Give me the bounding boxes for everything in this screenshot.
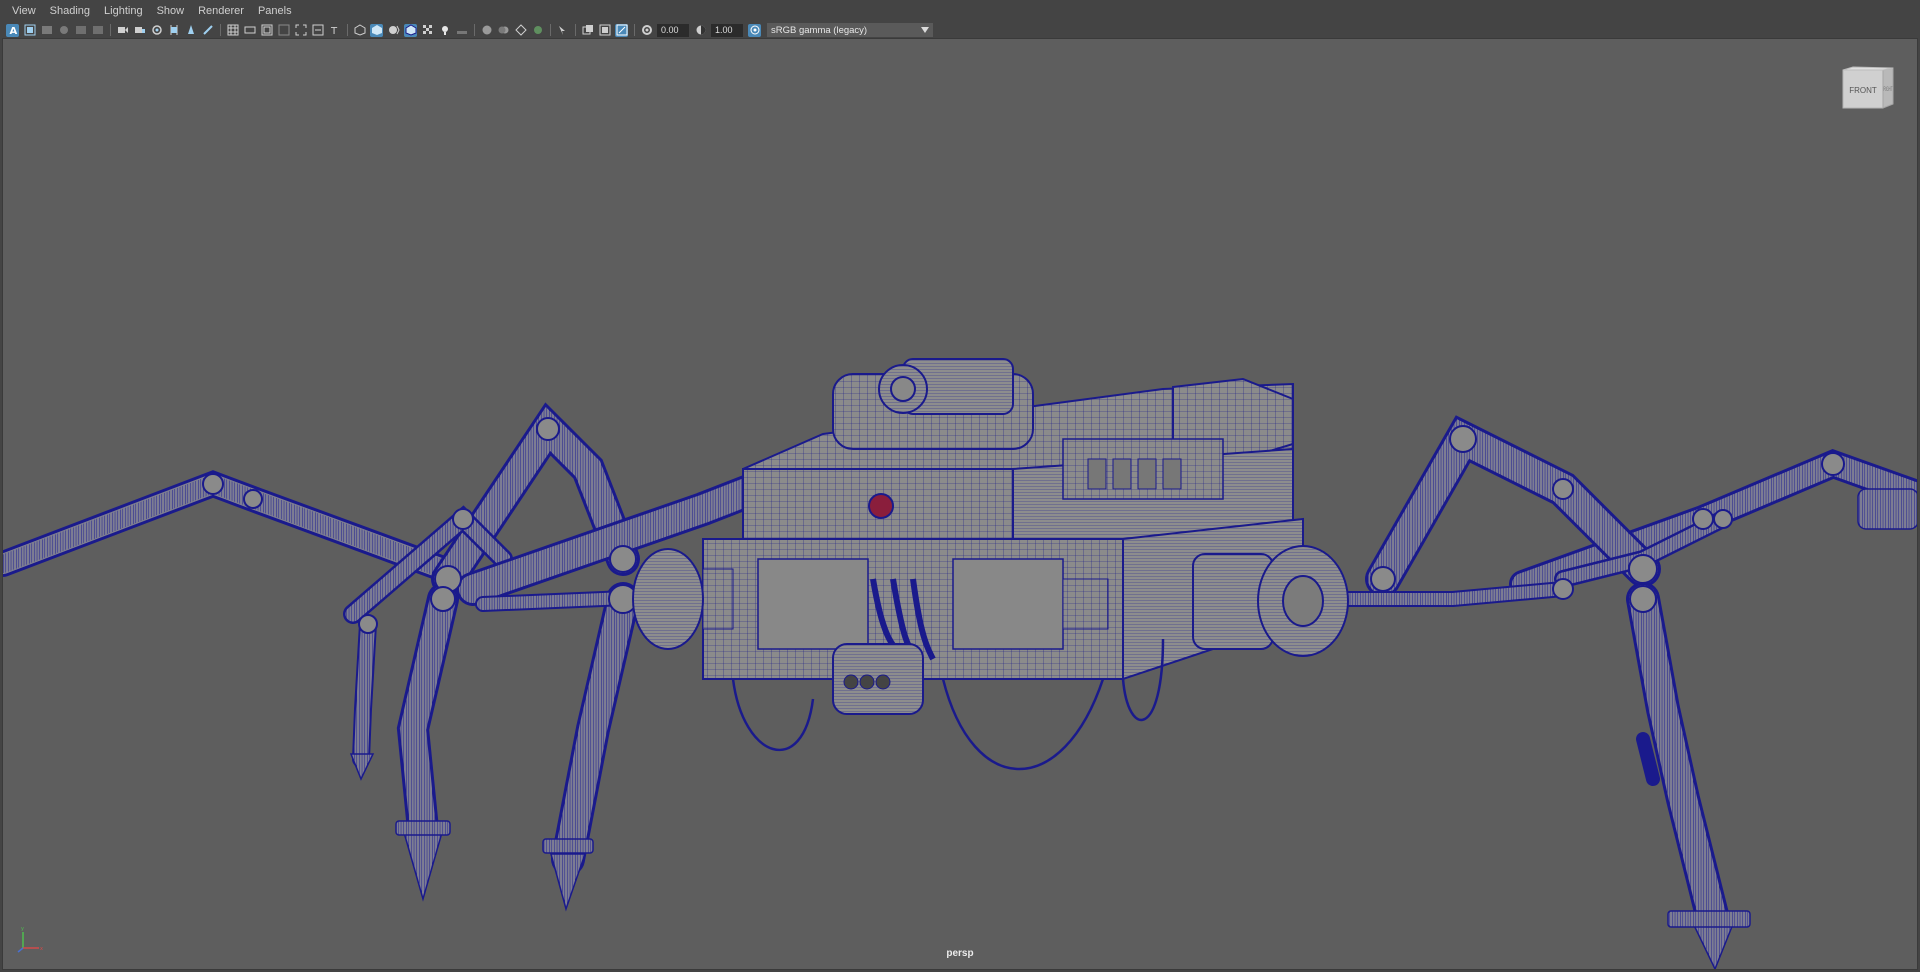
screen-space-ao-icon[interactable] (480, 24, 493, 37)
grid-icon[interactable] (226, 24, 239, 37)
film-gate-icon[interactable] (167, 24, 180, 37)
viewport-menu-bar: View Shading Lighting Show Renderer Pane… (0, 0, 1920, 22)
anti-alias-icon[interactable] (514, 24, 527, 37)
xray-joints-icon[interactable] (598, 24, 611, 37)
shadows-icon[interactable] (455, 24, 468, 37)
safe-title-icon[interactable] (277, 24, 290, 37)
snapshot-icon[interactable] (150, 24, 163, 37)
text-hud-icon[interactable]: T (328, 24, 341, 37)
exposure-field[interactable]: 0.00 (657, 23, 689, 37)
gamma-icon[interactable] (694, 24, 707, 37)
chevron-down-icon (921, 27, 929, 33)
image-plane-icon[interactable] (57, 24, 70, 37)
wireframe-on-shaded-icon[interactable] (404, 23, 417, 37)
grease-pencil-icon[interactable] (91, 24, 104, 37)
motion-blur-icon[interactable] (497, 24, 510, 37)
perspective-viewport[interactable]: FRONT RIGHT y x persp (2, 38, 1918, 970)
robot-body (632, 358, 1349, 771)
color-space-label: sRGB gamma (legacy) (771, 24, 868, 36)
menu-shading[interactable]: Shading (50, 5, 90, 17)
panel-toolbar: A T 0.00 1.00 sRGB gamma (legacy) (0, 22, 1920, 38)
resolution-gate-icon[interactable] (184, 24, 197, 37)
viewcube-right-label: RIGHT (1884, 87, 1893, 93)
menu-lighting[interactable]: Lighting (104, 5, 143, 17)
svg-text:A: A (9, 26, 17, 36)
menu-renderer[interactable]: Renderer (198, 5, 244, 17)
camera-name-label: persp (946, 948, 974, 959)
smooth-shade-icon[interactable] (370, 23, 383, 37)
view-cube[interactable]: FRONT RIGHT (1841, 66, 1897, 112)
menu-show[interactable]: Show (157, 5, 185, 17)
gate-mask-icon[interactable] (201, 24, 214, 37)
lock-camera-icon[interactable] (133, 24, 146, 37)
gamma-field[interactable]: 1.00 (711, 23, 743, 37)
wireframe-icon[interactable] (353, 24, 366, 37)
field-chart-icon[interactable] (243, 24, 256, 37)
safe-action-icon[interactable] (260, 24, 273, 37)
bookmark-icon[interactable] (40, 24, 53, 37)
view-transform-icon[interactable] (748, 23, 761, 37)
viewcube-front-label: FRONT (1849, 86, 1877, 95)
svg-text:T: T (330, 26, 338, 36)
color-space-dropdown[interactable]: sRGB gamma (legacy) (767, 23, 933, 37)
menu-panels[interactable]: Panels (258, 5, 292, 17)
xray-icon[interactable] (581, 24, 594, 37)
depth-of-field-icon[interactable] (531, 24, 544, 37)
svg-text:y: y (21, 926, 24, 932)
2d-pan-zoom-icon[interactable] (74, 24, 87, 37)
film-back-icon[interactable] (294, 24, 307, 37)
overscan-icon[interactable] (311, 24, 324, 37)
robot-spider-model[interactable] (3, 39, 1917, 969)
camera-attributes-icon[interactable] (23, 24, 36, 37)
select-camera-icon[interactable]: A (6, 23, 19, 37)
isolate-select-icon[interactable] (556, 24, 569, 37)
xray-active-icon[interactable] (615, 23, 628, 37)
textured-icon[interactable] (421, 24, 434, 37)
use-lights-icon[interactable] (438, 24, 451, 37)
menu-view[interactable]: View (12, 5, 36, 17)
camera-icon[interactable] (116, 24, 129, 37)
exposure-icon[interactable] (640, 24, 653, 37)
default-lighting-icon[interactable] (387, 24, 400, 37)
